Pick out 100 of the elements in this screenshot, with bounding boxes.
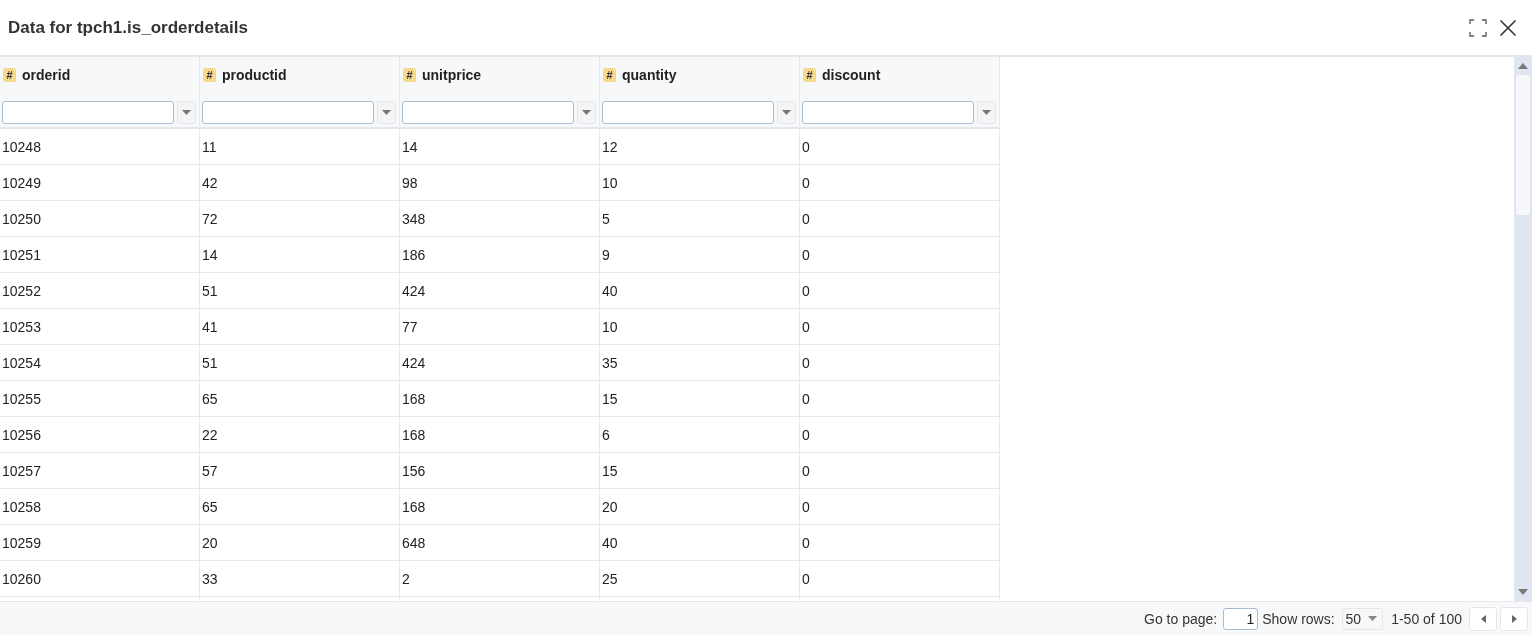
filter-menu-button[interactable] bbox=[377, 101, 396, 124]
column-header[interactable]: productid bbox=[222, 67, 287, 83]
table-cell: 20 bbox=[600, 489, 800, 525]
table-cell: 10256 bbox=[0, 417, 200, 453]
scrollbar-track[interactable] bbox=[1514, 57, 1532, 601]
table-cell: 0 bbox=[800, 453, 1000, 489]
table-cell: 2 bbox=[400, 561, 600, 597]
right-triangle-icon bbox=[1511, 614, 1517, 623]
table-cell: 424 bbox=[400, 273, 600, 309]
filter-menu-button[interactable] bbox=[777, 101, 796, 124]
table-cell: 10258 bbox=[0, 489, 200, 525]
table-cell: 0 bbox=[800, 129, 1000, 165]
next-page-button[interactable] bbox=[1500, 606, 1528, 631]
filter-field[interactable] bbox=[802, 101, 974, 124]
table-cell: 5 bbox=[600, 201, 800, 237]
table-cell: 14 bbox=[200, 237, 400, 273]
table-cell: 57 bbox=[200, 453, 400, 489]
left-triangle-icon bbox=[1480, 614, 1486, 623]
table-cell: 40 bbox=[600, 525, 800, 561]
table-cell: 10257 bbox=[0, 453, 200, 489]
type-badge: # bbox=[203, 68, 216, 82]
table-cell: 424 bbox=[400, 345, 600, 381]
table-cell: 25 bbox=[600, 561, 800, 597]
table-cell: 0 bbox=[800, 525, 1000, 561]
table-cell: 0 bbox=[800, 381, 1000, 417]
table-cell: 10255 bbox=[0, 381, 200, 417]
rows-per-page-select[interactable]: 50 bbox=[1341, 607, 1384, 630]
table-cell: 0 bbox=[800, 561, 1000, 597]
caret-icon bbox=[582, 110, 591, 115]
caret-icon bbox=[182, 110, 191, 115]
table-cell: 168 bbox=[400, 489, 600, 525]
filter-menu-button[interactable] bbox=[177, 101, 196, 124]
caret-icon bbox=[982, 110, 991, 115]
table-cell: 41 bbox=[200, 309, 400, 345]
table-cell: 0 bbox=[800, 273, 1000, 309]
table-cell: 10251 bbox=[0, 237, 200, 273]
filter-field[interactable] bbox=[2, 101, 174, 124]
table-cell: 0 bbox=[800, 417, 1000, 453]
up-arrow-icon[interactable] bbox=[1518, 63, 1528, 69]
filter-field[interactable] bbox=[202, 101, 374, 124]
table-cell: 9 bbox=[600, 237, 800, 273]
table-cell: 186 bbox=[400, 237, 600, 273]
table-cell: 0 bbox=[800, 165, 1000, 201]
caret-icon bbox=[1368, 616, 1378, 621]
table-cell: 0 bbox=[800, 237, 1000, 273]
filter-menu-button[interactable] bbox=[577, 101, 596, 124]
table-cell: 156 bbox=[400, 453, 600, 489]
type-badge: # bbox=[3, 68, 16, 82]
close-icon[interactable] bbox=[1499, 18, 1517, 37]
column-header[interactable]: discount bbox=[822, 67, 881, 83]
maximize-icon[interactable] bbox=[1469, 18, 1487, 37]
show-rows-label: Show rows: bbox=[1262, 610, 1335, 627]
table-cell: 20 bbox=[200, 525, 400, 561]
go-to-page-label: Go to page: bbox=[1144, 610, 1218, 627]
table-cell: 10250 bbox=[0, 201, 200, 237]
table-cell: 10260 bbox=[0, 561, 200, 597]
page-field[interactable]: 1 bbox=[1223, 607, 1259, 630]
table-cell: 10253 bbox=[0, 309, 200, 345]
table-cell: 42 bbox=[200, 165, 400, 201]
table-cell: 10254 bbox=[0, 345, 200, 381]
column-header[interactable]: orderid bbox=[22, 67, 71, 83]
table-cell: 15 bbox=[600, 453, 800, 489]
column-header[interactable]: unitprice bbox=[422, 67, 482, 83]
previous-page-button[interactable] bbox=[1469, 606, 1497, 631]
table-cell: 51 bbox=[200, 345, 400, 381]
table-cell: 168 bbox=[400, 381, 600, 417]
table-cell: 22 bbox=[200, 417, 400, 453]
table-cell: 10252 bbox=[0, 273, 200, 309]
column-header[interactable]: quantity bbox=[622, 67, 677, 83]
type-badge: # bbox=[603, 68, 616, 82]
table-cell: 15 bbox=[600, 381, 800, 417]
table-cell: 0 bbox=[800, 489, 1000, 525]
caret-icon bbox=[782, 110, 791, 115]
table-cell: 10249 bbox=[0, 165, 200, 201]
filter-menu-button[interactable] bbox=[977, 101, 996, 124]
table-cell: 33 bbox=[200, 561, 400, 597]
table-cell: 77 bbox=[400, 309, 600, 345]
table-cell: 168 bbox=[400, 417, 600, 453]
table-cell: 0 bbox=[800, 309, 1000, 345]
table-cell: 98 bbox=[400, 165, 600, 201]
scrollbar-thumb[interactable] bbox=[1516, 75, 1530, 215]
table-cell: 10259 bbox=[0, 525, 200, 561]
table-cell: 72 bbox=[200, 201, 400, 237]
table-cell: 648 bbox=[400, 525, 600, 561]
table-cell: 65 bbox=[200, 381, 400, 417]
page-range-text: 1-50 of 100 bbox=[1391, 610, 1462, 627]
table-cell: 6 bbox=[600, 417, 800, 453]
type-badge: # bbox=[803, 68, 816, 82]
table-cell: 14 bbox=[400, 129, 600, 165]
down-arrow-icon[interactable] bbox=[1518, 589, 1528, 595]
filter-field[interactable] bbox=[402, 101, 574, 124]
table-cell: 10 bbox=[600, 165, 800, 201]
table-cell: 348 bbox=[400, 201, 600, 237]
type-badge: # bbox=[403, 68, 416, 82]
table-cell: 35 bbox=[600, 345, 800, 381]
filter-field[interactable] bbox=[602, 101, 774, 124]
table-cell: 10248 bbox=[0, 129, 200, 165]
table-cell: 0 bbox=[800, 201, 1000, 237]
table-cell: 10 bbox=[600, 309, 800, 345]
window-title: Data for tpch1.is_orderdetails bbox=[8, 17, 249, 38]
